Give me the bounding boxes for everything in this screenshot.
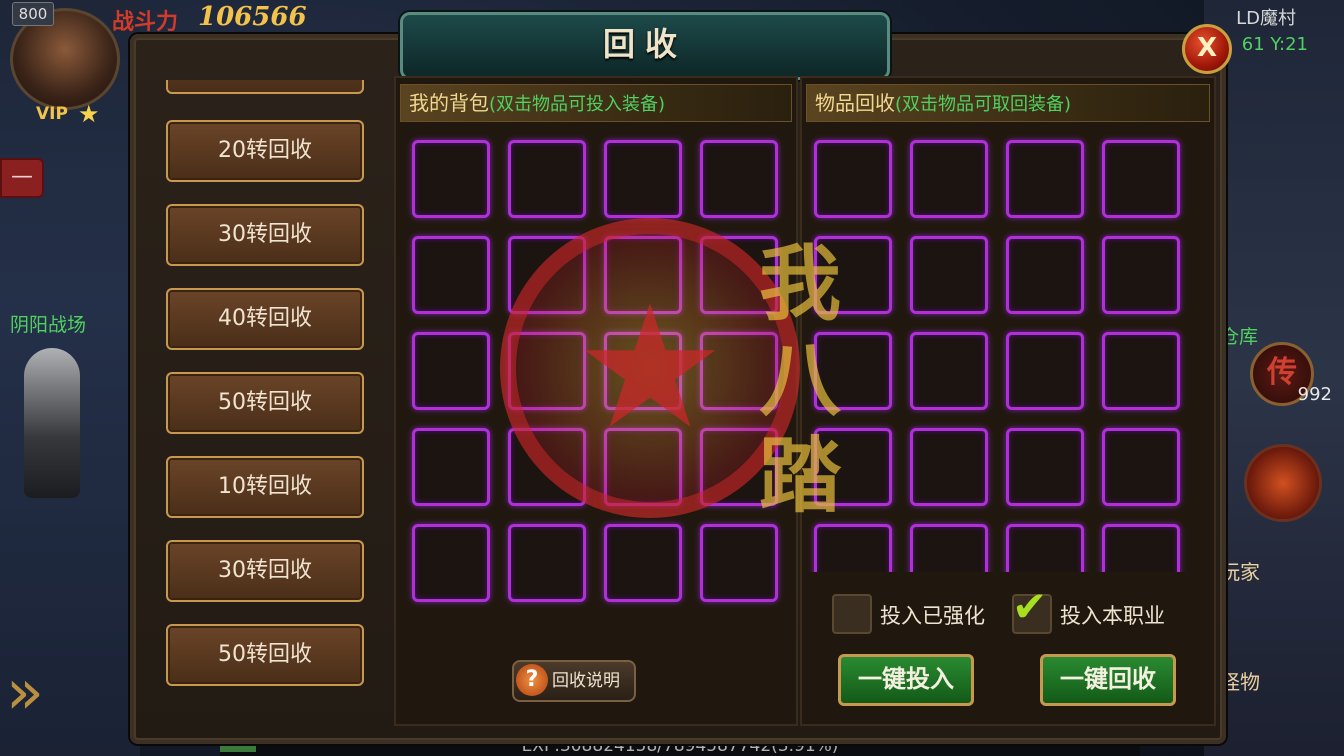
put-all-button[interactable]: 一键投入: [838, 654, 974, 706]
recycle-slot[interactable]: [1102, 140, 1180, 218]
bag-slot[interactable]: [700, 524, 778, 602]
bag-slot[interactable]: [604, 332, 682, 410]
panel-title: 回收: [602, 25, 687, 63]
recycle-slot[interactable]: [910, 524, 988, 572]
map-portal-label[interactable]: 阴阳战场: [10, 310, 86, 337]
bag-hint: (双击物品可投入装备): [489, 94, 666, 115]
bag-slot[interactable]: [604, 428, 682, 506]
recycle-help-label: 回收说明: [552, 671, 620, 691]
checkmark-icon: ✔: [1012, 582, 1048, 631]
recycle-slot[interactable]: [1102, 236, 1180, 314]
recycle-slot[interactable]: [1006, 236, 1084, 314]
put-enhanced-label: 投入已强化: [880, 604, 985, 628]
recycle-slot[interactable]: [814, 428, 892, 506]
bag-slot[interactable]: [412, 428, 490, 506]
put-own-class-checkbox[interactable]: ✔: [1012, 582, 1052, 634]
close-button[interactable]: X: [1182, 24, 1232, 74]
sidebar-item-30-recycle[interactable]: 30转回收: [166, 204, 364, 266]
bag-slot[interactable]: [604, 236, 682, 314]
sidebar-item-40-recycle[interactable]: 40转回收: [166, 288, 364, 350]
bag-title: 我的背包: [409, 91, 489, 115]
bag-slot[interactable]: [412, 332, 490, 410]
bag-slot[interactable]: [508, 428, 586, 506]
sidebar-item-50-recycle-b[interactable]: 50转回收: [166, 624, 364, 686]
npc-figure[interactable]: [24, 348, 80, 498]
recycle-slot[interactable]: [1102, 332, 1180, 410]
recycle-all-button[interactable]: 一键回收: [1040, 654, 1176, 706]
recycle-slot[interactable]: [814, 236, 892, 314]
bag-slot[interactable]: [604, 140, 682, 218]
bag-slot[interactable]: [412, 140, 490, 218]
recycle-slot[interactable]: [814, 140, 892, 218]
bag-slot[interactable]: [700, 140, 778, 218]
sidebar-item-partial[interactable]: [166, 80, 364, 94]
skill-orb-icon[interactable]: [1244, 444, 1322, 522]
bag-slot[interactable]: [700, 332, 778, 410]
recycle-slot[interactable]: [1006, 332, 1084, 410]
sidebar-item-50-recycle[interactable]: 50转回收: [166, 372, 364, 434]
collapse-side-button[interactable]: —: [0, 158, 44, 198]
recycle-title: 物品回收: [815, 91, 895, 115]
bag-slot[interactable]: [508, 524, 586, 602]
bag-slot[interactable]: [700, 236, 778, 314]
player-tab-label[interactable]: 玩家: [1220, 556, 1260, 585]
recycle-category-list[interactable]: 20转回收 30转回收 40转回收 50转回收 10转回收 30转回收 50转回…: [146, 80, 382, 720]
bag-header: 我的背包(双击物品可投入装备): [400, 84, 792, 122]
recycle-slot[interactable]: [814, 524, 892, 572]
recycle-slot[interactable]: [1006, 428, 1084, 506]
recycle-slot[interactable]: [1006, 140, 1084, 218]
map-coordinates: 61 Y:21: [1241, 34, 1308, 55]
player-level-badge: 800: [12, 2, 54, 26]
recycle-slot[interactable]: [910, 140, 988, 218]
bag-slot[interactable]: [604, 524, 682, 602]
bag-slot[interactable]: [700, 428, 778, 506]
expand-arrow-icon[interactable]: »: [6, 652, 50, 732]
bag-slot[interactable]: [508, 332, 586, 410]
map-name: LD魔村: [1236, 8, 1296, 29]
bag-slot[interactable]: [508, 140, 586, 218]
put-enhanced-checkbox[interactable]: [832, 594, 872, 634]
vip-badge: VIP: [36, 104, 68, 124]
recycle-slot[interactable]: [910, 428, 988, 506]
monster-tab-label[interactable]: 怪物: [1220, 666, 1260, 695]
combat-power-value: 106566: [198, 2, 307, 32]
recycle-slot[interactable]: [910, 332, 988, 410]
bag-slot[interactable]: [508, 236, 586, 314]
recycle-slot[interactable]: [814, 332, 892, 410]
sidebar-item-30-recycle-b[interactable]: 30转回收: [166, 540, 364, 602]
teleport-count: 992: [1297, 384, 1332, 405]
combat-power-label: 战斗力: [112, 9, 179, 35]
panel-title-frame: 回收: [400, 12, 890, 80]
sidebar-item-10-recycle[interactable]: 10转回收: [166, 456, 364, 518]
recycle-help-button[interactable]: ? 回收说明: [512, 660, 636, 702]
sidebar-item-20-recycle[interactable]: 20转回收: [166, 120, 364, 182]
question-icon: ?: [516, 664, 548, 696]
bag-slot[interactable]: [412, 236, 490, 314]
bag-slot[interactable]: [412, 524, 490, 602]
put-own-class-label: 投入本职业: [1060, 604, 1165, 628]
recycle-slot[interactable]: [910, 236, 988, 314]
recycle-slot-grid: [806, 132, 1196, 572]
recycle-slot[interactable]: [1102, 524, 1180, 572]
vip-star-icon: ★: [78, 100, 100, 128]
recycle-header: 物品回收(双击物品可取回装备): [806, 84, 1210, 122]
recycle-hint: (双击物品可取回装备): [895, 94, 1072, 115]
recycle-slot[interactable]: [1006, 524, 1084, 572]
recycle-slot[interactable]: [1102, 428, 1180, 506]
